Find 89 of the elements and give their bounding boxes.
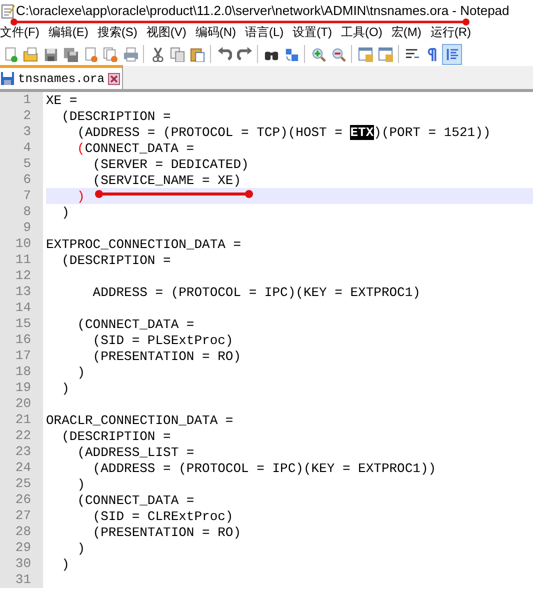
code-line: (DESCRIPTION = <box>60 253 171 268</box>
close-files-icon <box>102 46 118 62</box>
line-number: 22 <box>15 428 31 444</box>
menu-item[interactable]: 设置(T) <box>292 23 332 41</box>
folder-icon <box>22 46 38 62</box>
code-line: (DESCRIPTION = <box>60 429 171 444</box>
zoom-out-icon <box>330 46 346 62</box>
code-line: (SERVICE_NAME = XE) <box>92 173 242 188</box>
line-number: 23 <box>15 444 31 460</box>
floppy-disks-icon <box>62 46 78 62</box>
line-number: 28 <box>15 524 31 540</box>
menu-item[interactable]: 文件(F) <box>0 23 40 41</box>
window-title: C:\oraclexe\app\oracle\product\11.2.0\server\network\ADMIN\tnsnames.ora - Notepad <box>16 2 510 20</box>
code-line: ) <box>60 205 70 220</box>
line-number: 19 <box>15 380 31 396</box>
menu-item[interactable]: 语言(L) <box>245 23 284 41</box>
line-number: 14 <box>15 300 31 316</box>
line-number: 20 <box>15 396 31 412</box>
line-number: 21 <box>15 412 31 428</box>
menu-item[interactable]: 宏(M) <box>391 23 422 41</box>
code-line: (SERVER = DEDICATED) <box>92 157 249 172</box>
line-number: 1 <box>23 92 31 108</box>
line-number: 6 <box>23 172 31 188</box>
line-number: 3 <box>23 124 31 140</box>
line-number: 31 <box>15 572 31 588</box>
line-number: 29 <box>15 540 31 556</box>
line-number: 15 <box>15 316 31 332</box>
code-line: ) <box>60 557 70 572</box>
printer-icon <box>122 46 138 62</box>
line-number: 30 <box>15 556 31 572</box>
clipboard-icon <box>190 46 204 62</box>
line-number: 24 <box>15 460 31 476</box>
code-line: ) <box>76 541 86 556</box>
code-line: ADDRESS = (PROTOCOL = IPC)(KEY = EXTPROC1) <box>92 285 420 300</box>
code-line: ) <box>76 365 86 380</box>
line-number: 17 <box>15 348 31 364</box>
code-line: (ADDRESS_LIST = <box>76 445 194 460</box>
line-number: 12 <box>15 268 31 284</box>
scissors-icon <box>150 46 164 62</box>
code-line: (ADDRESS = (PROTOCOL = TCP)(HOST = ETX)(PORT = 1521)) <box>76 125 491 140</box>
line-number: 2 <box>23 108 31 124</box>
line-number: 10 <box>15 236 31 252</box>
zoom-in-icon <box>310 46 326 62</box>
menu-item[interactable]: 编码(N) <box>195 23 236 41</box>
line-number: 26 <box>15 492 31 508</box>
code-line: (CONNECT_DATA = <box>76 317 194 332</box>
close-icon[interactable] <box>108 72 120 84</box>
code-line: ) <box>60 381 70 396</box>
code-line: (PRESENTATION = RO) <box>92 525 242 540</box>
replace-icon <box>284 46 298 62</box>
menu-item[interactable]: 编辑(E) <box>48 23 88 41</box>
new-file-icon <box>2 46 18 62</box>
tab-label: tnsnames.ora <box>18 70 104 88</box>
menu-item[interactable]: 搜索(S) <box>97 23 138 41</box>
line-number: 9 <box>23 220 31 236</box>
window-lock-icon <box>358 46 372 62</box>
code-line: (PRESENTATION = RO) <box>92 349 242 364</box>
code-line: (DESCRIPTION = <box>60 109 171 124</box>
code-line: (SID = CLRExtProc) <box>92 509 234 524</box>
line-number: 18 <box>15 364 31 380</box>
code-line: (SID = PLSExtProc) <box>92 333 234 348</box>
menu-item[interactable]: 视图(V) <box>146 23 186 41</box>
code-line: (CONNECT_DATA = <box>76 493 194 508</box>
line-number: 11 <box>15 252 31 268</box>
code-line: ) <box>76 477 86 492</box>
close-file-icon <box>82 46 98 62</box>
code-line: XE = <box>46 93 78 108</box>
code-line: ORACLR_CONNECTION_DATA = <box>46 413 234 428</box>
line-number: 25 <box>15 476 31 492</box>
line-number: 13 <box>15 284 31 300</box>
line-number: 7 <box>23 188 31 204</box>
file-tab[interactable]: tnsnames.ora <box>0 65 124 89</box>
code-line: EXTPROC_CONNECTION_DATA = <box>46 237 242 252</box>
window-lock-icon <box>378 46 392 62</box>
indent-guide-button[interactable] <box>442 44 462 64</box>
menu-item[interactable]: 工具(O) <box>341 23 382 41</box>
code-line: (ADDRESS = (PROTOCOL = IPC)(KEY = EXTPROC1)) <box>92 461 436 476</box>
undo-icon <box>216 46 232 62</box>
redo-icon <box>236 46 252 62</box>
code-line: ) <box>77 189 85 204</box>
line-number: 4 <box>23 140 31 156</box>
code-line: (CONNECT_DATA = <box>77 141 194 156</box>
line-number: 27 <box>15 508 31 524</box>
copy-icon <box>170 46 184 62</box>
line-number: 16 <box>15 332 31 348</box>
menu-item[interactable]: 运行(R) <box>430 23 471 41</box>
line-number: 8 <box>23 204 31 220</box>
line-number: 5 <box>23 156 31 172</box>
indent-guide-icon <box>444 46 460 62</box>
